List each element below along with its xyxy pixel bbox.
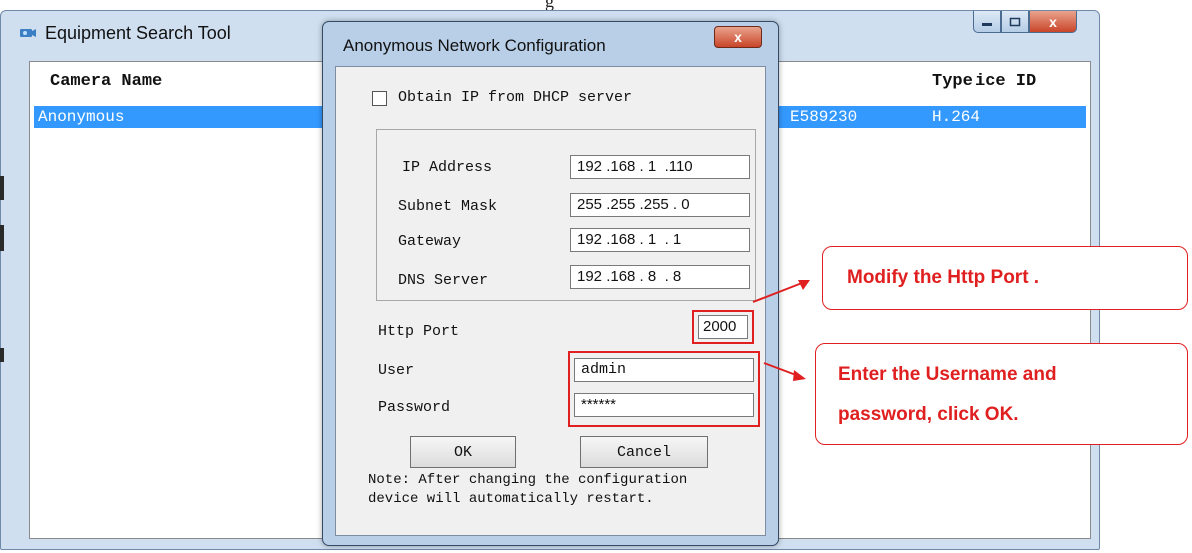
arrow-to-port (752, 282, 803, 303)
arrow-to-credentials (763, 362, 797, 376)
arrowhead-credentials (793, 370, 806, 381)
arrowhead-port (798, 280, 810, 290)
callout-arrows (752, 280, 810, 381)
